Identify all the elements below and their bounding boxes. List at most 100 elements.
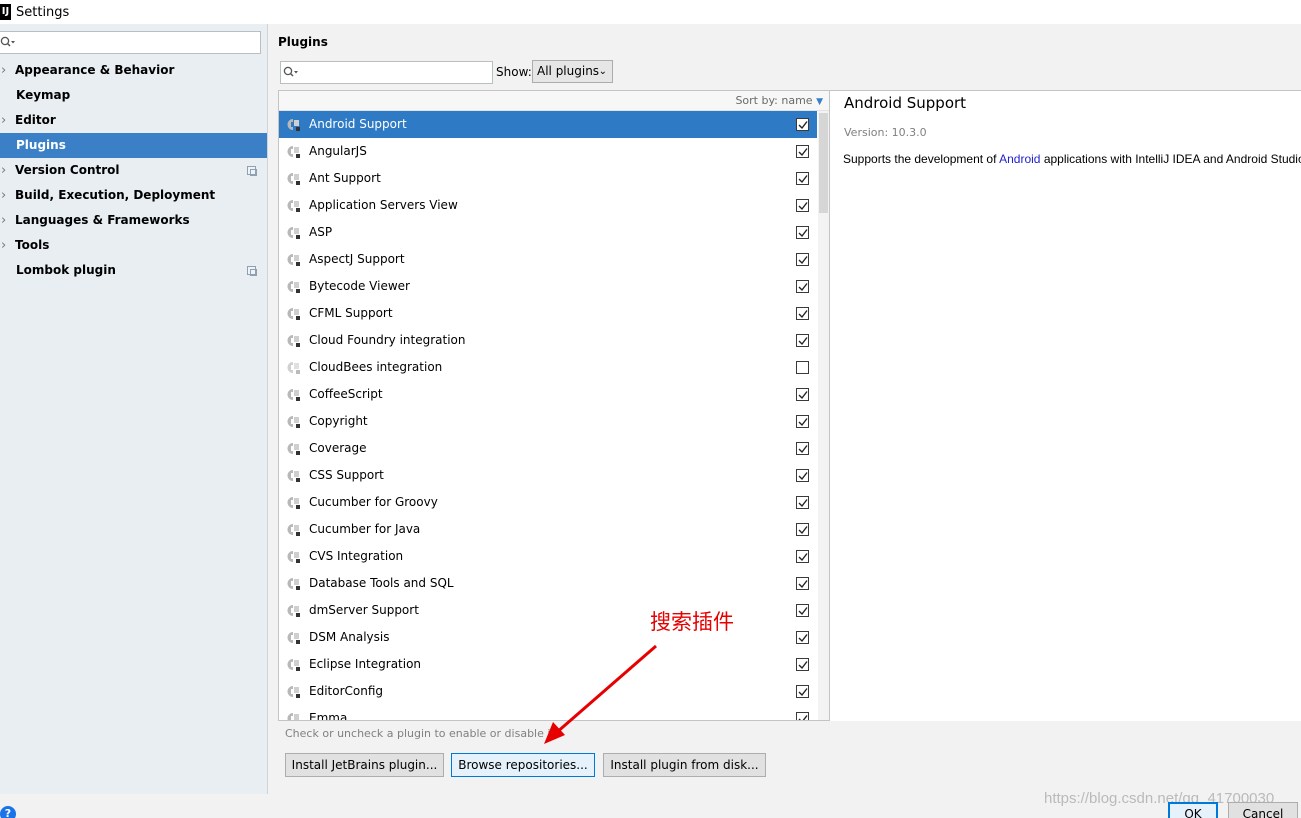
- plugin-icon: [287, 281, 300, 293]
- plugin-row[interactable]: Copyright: [279, 408, 817, 435]
- title-bar: IJ Settings: [0, 0, 1301, 24]
- sort-by-label: Sort by: name: [735, 94, 813, 107]
- sidebar-item[interactable]: Lombok plugin: [0, 258, 267, 283]
- install-plugin-from-disk-button[interactable]: Install plugin from disk...: [603, 753, 766, 777]
- plugin-icon: [287, 659, 300, 671]
- plugin-enabled-checkbox[interactable]: [796, 145, 809, 158]
- plugin-enabled-checkbox[interactable]: [796, 712, 809, 720]
- help-icon[interactable]: ?: [0, 806, 16, 818]
- chevron-right-icon[interactable]: ›: [1, 233, 6, 258]
- plugin-name: CSS Support: [309, 468, 384, 482]
- plugin-name: Eclipse Integration: [309, 657, 422, 671]
- android-link[interactable]: Android: [999, 152, 1040, 166]
- plugin-enabled-checkbox[interactable]: [796, 658, 809, 671]
- plugin-icon: [287, 389, 300, 401]
- plugin-enabled-checkbox[interactable]: [796, 388, 809, 401]
- plugin-description: Supports the development of Android appl…: [843, 152, 1301, 166]
- plugin-enabled-checkbox[interactable]: [796, 604, 809, 617]
- plugin-row[interactable]: CFML Support: [279, 300, 817, 327]
- plugin-list-scrollbar[interactable]: [818, 111, 829, 720]
- plugin-enabled-checkbox[interactable]: [796, 118, 809, 131]
- plugin-name: CVS Integration: [309, 549, 404, 563]
- plugin-row[interactable]: AngularJS: [279, 138, 817, 165]
- search-icon: [0, 36, 15, 47]
- settings-search-input[interactable]: [0, 31, 261, 54]
- chevron-right-icon[interactable]: ›: [1, 58, 6, 83]
- sidebar-item[interactable]: Plugins: [0, 133, 267, 158]
- plugin-enabled-checkbox[interactable]: [796, 550, 809, 563]
- plugin-row[interactable]: CoffeeScript: [279, 381, 817, 408]
- plugin-row[interactable]: DSM Analysis: [279, 624, 817, 651]
- plugin-hint: Check or uncheck a plugin to enable or d…: [285, 727, 559, 740]
- plugin-enabled-checkbox[interactable]: [796, 415, 809, 428]
- plugin-name: Copyright: [309, 414, 368, 428]
- plugin-row[interactable]: Database Tools and SQL: [279, 570, 817, 597]
- plugin-name: Cucumber for Java: [309, 522, 421, 536]
- show-filter-select[interactable]: All plugins ⌄: [532, 60, 613, 83]
- plugin-row[interactable]: Emma: [279, 705, 817, 720]
- sidebar-item[interactable]: › Build, Execution, Deployment: [0, 183, 267, 208]
- scrollbar-thumb[interactable]: [819, 113, 828, 213]
- plugin-enabled-checkbox[interactable]: [796, 631, 809, 644]
- install-jetbrains-plugin-button[interactable]: Install JetBrains plugin...: [285, 753, 444, 777]
- plugin-enabled-checkbox[interactable]: [796, 199, 809, 212]
- chevron-right-icon[interactable]: ›: [1, 158, 6, 183]
- plugin-row[interactable]: Eclipse Integration: [279, 651, 817, 678]
- sidebar-item[interactable]: › Version Control: [0, 158, 267, 183]
- plugin-row[interactable]: Coverage: [279, 435, 817, 462]
- plugin-icon: [287, 254, 300, 266]
- sidebar-item[interactable]: › Appearance & Behavior: [0, 58, 267, 83]
- plugin-enabled-checkbox[interactable]: [796, 307, 809, 320]
- plugin-row[interactable]: Ant Support: [279, 165, 817, 192]
- sort-by-button[interactable]: Sort by: name ▼: [735, 94, 823, 107]
- chevron-right-icon[interactable]: ›: [1, 208, 6, 233]
- plugin-row[interactable]: Cucumber for Java: [279, 516, 817, 543]
- plugin-icon: [287, 227, 300, 239]
- sidebar-item[interactable]: Keymap: [0, 83, 267, 108]
- sidebar-item[interactable]: › Languages & Frameworks: [0, 208, 267, 233]
- annotation-text: 搜索插件: [650, 610, 734, 634]
- plugins-panel: Plugins Show: All plugins ⌄ Sort by: nam…: [269, 24, 1301, 794]
- plugin-enabled-checkbox[interactable]: [796, 469, 809, 482]
- plugin-row[interactable]: CloudBees integration: [279, 354, 817, 381]
- chevron-right-icon[interactable]: ›: [1, 183, 6, 208]
- cancel-button[interactable]: Cancel: [1228, 802, 1298, 818]
- plugin-row[interactable]: Cloud Foundry integration: [279, 327, 817, 354]
- chevron-right-icon[interactable]: ›: [1, 108, 6, 133]
- plugin-enabled-checkbox[interactable]: [796, 334, 809, 347]
- plugin-search-input[interactable]: [280, 61, 493, 84]
- plugin-enabled-checkbox[interactable]: [796, 172, 809, 185]
- plugin-icon: [287, 119, 300, 131]
- plugin-enabled-checkbox[interactable]: [796, 226, 809, 239]
- sidebar-item[interactable]: › Editor: [0, 108, 267, 133]
- plugin-icon: [287, 578, 300, 590]
- plugin-row[interactable]: Android Support: [279, 111, 817, 138]
- ok-button[interactable]: OK: [1168, 802, 1218, 818]
- browse-repositories-button[interactable]: Browse repositories...: [451, 753, 595, 777]
- plugin-name: Application Servers View: [309, 198, 458, 212]
- plugin-row[interactable]: Cucumber for Groovy: [279, 489, 817, 516]
- plugin-enabled-checkbox[interactable]: [796, 361, 809, 374]
- plugin-enabled-checkbox[interactable]: [796, 496, 809, 509]
- plugin-enabled-checkbox[interactable]: [796, 577, 809, 590]
- plugin-row[interactable]: EditorConfig: [279, 678, 817, 705]
- plugin-enabled-checkbox[interactable]: [796, 523, 809, 536]
- project-scope-icon: [247, 266, 257, 276]
- plugin-icon: [287, 146, 300, 158]
- sidebar-item[interactable]: › Tools: [0, 233, 267, 258]
- plugin-row[interactable]: Application Servers View: [279, 192, 817, 219]
- plugin-row[interactable]: CVS Integration: [279, 543, 817, 570]
- plugin-row[interactable]: CSS Support: [279, 462, 817, 489]
- plugin-details-title: Android Support: [844, 94, 967, 112]
- plugin-enabled-checkbox[interactable]: [796, 253, 809, 266]
- plugin-enabled-checkbox[interactable]: [796, 280, 809, 293]
- plugin-icon: [287, 605, 300, 617]
- plugin-row[interactable]: ASP: [279, 219, 817, 246]
- plugin-icon: [287, 551, 300, 563]
- plugin-name: EditorConfig: [309, 684, 384, 698]
- plugin-enabled-checkbox[interactable]: [796, 442, 809, 455]
- plugin-row[interactable]: AspectJ Support: [279, 246, 817, 273]
- plugin-row[interactable]: dmServer Support: [279, 597, 817, 624]
- plugin-row[interactable]: Bytecode Viewer: [279, 273, 817, 300]
- plugin-enabled-checkbox[interactable]: [796, 685, 809, 698]
